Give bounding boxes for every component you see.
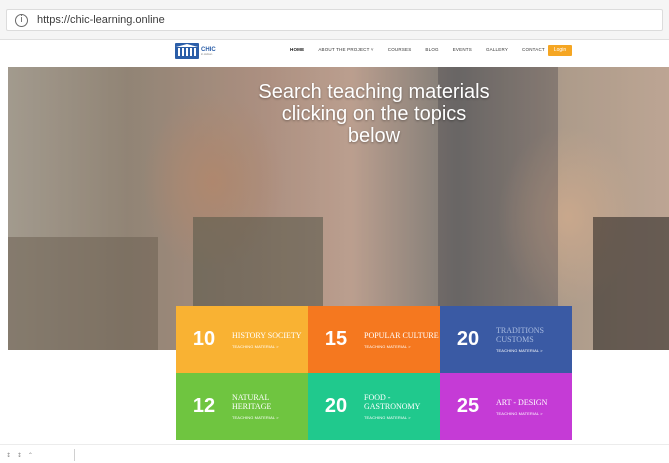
topic-grid: 10 HISTORY SOCIETY TEACHING MATERIAL > 1… [176,306,572,440]
topic-count: 12 [192,395,216,417]
topic-tile-popular-culture[interactable]: 15 POPULAR CULTURE TEACHING MATERIAL > [308,306,440,373]
topic-tile-art-design[interactable]: 25 ART - DESIGN TEACHING MATERIAL > [440,373,572,440]
address-bar[interactable]: i https://chic-learning.online [6,9,663,31]
teaching-material-link[interactable]: TEACHING MATERIAL > [364,415,440,420]
login-button[interactable]: Login [548,45,572,56]
nav-item-blog[interactable]: BLOG [425,47,438,52]
site-header: CHIC in Action HOME ABOUT THE PROJECT ˅ … [0,40,669,67]
topic-count: 10 [192,328,216,350]
hero-title: Search teaching materials clicking on th… [258,81,490,147]
topic-title: TRADITIONS CUSTOMS [496,326,544,344]
status-divider [74,449,75,461]
status-bar: ↕ ↕ ⌃ [0,444,669,463]
teaching-material-link[interactable]: TEACHING MATERIAL > [232,415,308,420]
teaching-material-link[interactable]: TEACHING MATERIAL > [364,344,440,349]
topic-tile-history-society[interactable]: 10 HISTORY SOCIETY TEACHING MATERIAL > [176,306,308,373]
main-navigation: HOME ABOUT THE PROJECT ˅ COURSES BLOG EV… [290,47,559,52]
topic-count: 20 [324,395,348,417]
teaching-material-link[interactable]: TEACHING MATERIAL > [496,411,572,416]
nav-item-home[interactable]: HOME [290,47,304,52]
nav-item-gallery[interactable]: GALLERY [486,47,508,52]
nav-item-courses[interactable]: COURSES [388,47,412,52]
site-logo[interactable]: CHIC in Action [175,43,216,59]
browser-toolbar: i https://chic-learning.online [0,0,669,40]
topic-title: ART - DESIGN [496,397,548,407]
nav-item-events[interactable]: EVENTS [453,47,472,52]
status-icons[interactable]: ↕ ↕ ⌃ [6,452,35,459]
topic-title: POPULAR CULTURE [364,330,439,340]
logo-tagline: in Action [201,51,213,56]
topic-tile-food-gastronomy[interactable]: 20 FOOD - GASTRONOMY TEACHING MATERIAL > [308,373,440,440]
teaching-material-link[interactable]: TEACHING MATERIAL > [496,348,572,353]
topic-count: 15 [324,328,348,350]
topic-count: 25 [456,395,480,417]
topic-title: FOOD - GASTRONOMY [364,393,421,411]
topic-tile-natural-heritage[interactable]: 12 NATURAL HERITAGE TEACHING MATERIAL > [176,373,308,440]
topic-count: 20 [456,328,480,350]
topic-title: HISTORY SOCIETY [232,330,302,340]
columns-building-logo-icon [175,43,199,59]
topic-tile-traditions-customs[interactable]: 20 TRADITIONS CUSTOMS TEACHING MATERIAL … [440,306,572,373]
nav-item-about[interactable]: ABOUT THE PROJECT ˅ [318,47,373,52]
nav-item-contact[interactable]: CONTACT [522,47,545,52]
info-icon[interactable]: i [15,13,28,27]
topic-title: NATURAL HERITAGE [232,393,272,411]
teaching-material-link[interactable]: TEACHING MATERIAL > [232,344,308,349]
url-text[interactable]: https://chic-learning.online [37,14,165,26]
